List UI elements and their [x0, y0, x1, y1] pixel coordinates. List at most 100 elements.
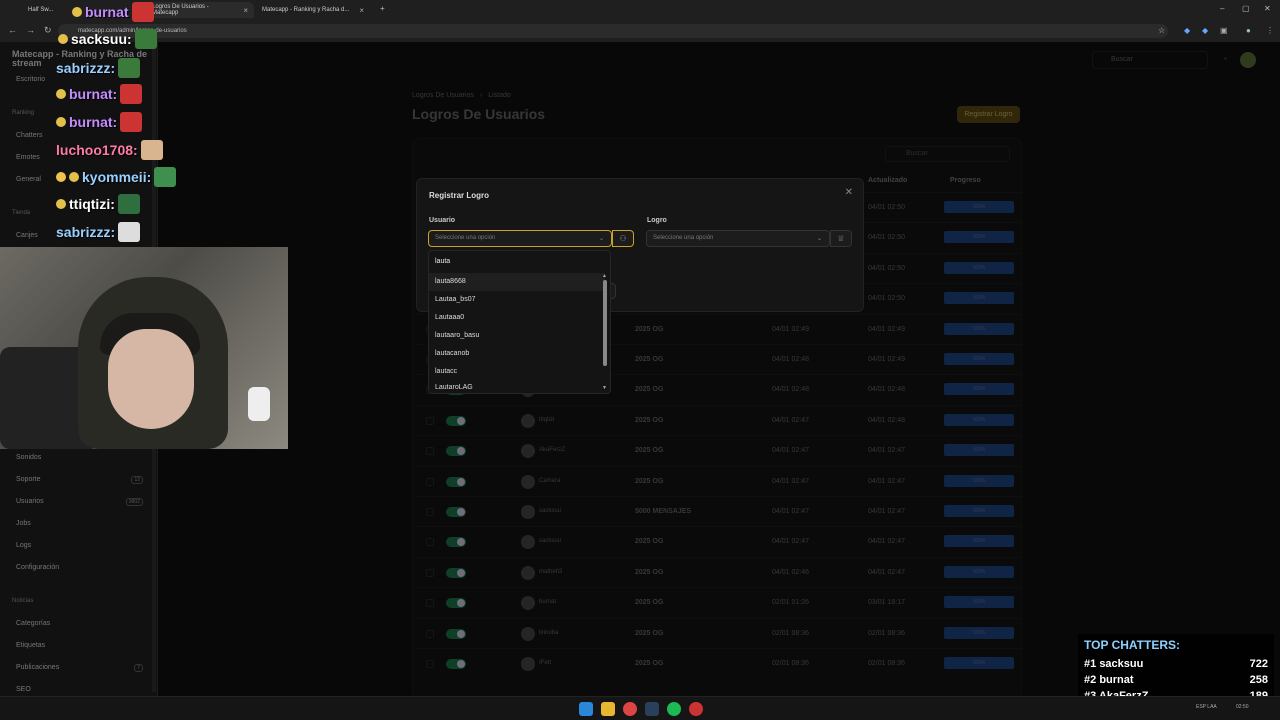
background-lamp	[248, 387, 270, 421]
close-icon[interactable]: ×	[359, 6, 364, 15]
dropdown-option[interactable]: lautaaro_basu	[429, 327, 605, 345]
maximize-icon[interactable]: ▢	[1242, 4, 1250, 13]
count-badge: 7	[134, 664, 143, 672]
clock[interactable]: 02:50	[1236, 704, 1249, 710]
emote-icon	[134, 29, 157, 49]
trophy-icon[interactable]: ♕	[830, 230, 852, 247]
sidebar-item-emotes[interactable]: Emotes	[16, 154, 40, 161]
window-close-icon[interactable]: ✕	[1264, 4, 1271, 13]
menu-icon[interactable]: ⋮	[1266, 26, 1274, 35]
emote-icon	[140, 140, 163, 160]
tab-matecapp[interactable]: Matecapp - Ranking y Racha d... ×	[256, 2, 374, 18]
extension-icon[interactable]: ◆	[1184, 26, 1190, 35]
chat-message: burnat	[72, 2, 154, 22]
sidebar-item-logs[interactable]: Logs	[16, 542, 31, 549]
dropdown-option[interactable]: Lautaaa0	[429, 309, 605, 327]
forward-icon[interactable]: →	[26, 25, 35, 35]
sidebar-item-jobs[interactable]: Jobs	[16, 520, 31, 527]
sidebar-item-categorias[interactable]: Categorías	[16, 620, 50, 627]
badge-icon	[56, 117, 66, 127]
usuario-select[interactable]: Seleccione una opción	[428, 230, 612, 247]
sidebar-item-sonidos[interactable]: Sonidos	[16, 454, 41, 461]
scroll-down-icon[interactable]: ▼	[602, 385, 607, 391]
taskbar: ESP LAA 02:50	[0, 696, 1280, 720]
webcam-feed	[0, 247, 288, 449]
count-badge: 12	[131, 476, 143, 484]
chat-message: burnat:	[56, 84, 143, 104]
dropdown-option[interactable]: lauta8668	[429, 273, 605, 291]
dropdown-scrollbar[interactable]	[603, 280, 607, 366]
sidebar-item-publicaciones[interactable]: Publicaciones	[16, 664, 59, 671]
dropdown-option[interactable]: Lautaa_bs07	[429, 291, 605, 309]
chevron-down-icon: ⌄	[599, 236, 605, 242]
emote-icon	[120, 112, 143, 132]
emote-icon	[131, 2, 154, 22]
app-icon[interactable]	[689, 702, 703, 716]
badge-icon	[72, 7, 82, 17]
chat-message: luchoo1708:	[56, 140, 163, 160]
new-tab-icon[interactable]: +	[380, 4, 385, 13]
dropdown-option[interactable]: lautacanob	[429, 345, 605, 363]
top-chatter-row: #1 sacksuu 722	[1084, 658, 1268, 670]
spotify-icon[interactable]	[667, 702, 681, 716]
top-chatters-title: TOP CHATTERS:	[1084, 638, 1181, 652]
sidebar-section-ranking: Ranking	[12, 110, 35, 116]
chevron-down-icon: ⌄	[817, 236, 823, 242]
chat-message: kyommeii:	[56, 167, 177, 187]
sidebar-item-configuracion[interactable]: Configuración	[16, 564, 59, 571]
usuario-label: Usuario	[429, 217, 456, 224]
profile-icon[interactable]: ●	[1246, 26, 1251, 35]
extension-icon[interactable]: ◆	[1202, 26, 1208, 35]
scroll-up-icon[interactable]: ▲	[602, 273, 607, 279]
sidebar-item-canjes[interactable]: Canjes	[16, 232, 38, 239]
sidebar-item-usuarios[interactable]: Usuarios	[16, 498, 44, 505]
emote-icon	[118, 58, 141, 78]
back-icon[interactable]: ←	[8, 25, 17, 35]
badge-icon	[69, 172, 79, 182]
user-icon[interactable]: ⚇	[612, 230, 634, 247]
modal-backdrop[interactable]	[158, 42, 1280, 696]
minimize-icon[interactable]: –	[1220, 4, 1224, 13]
chat-message: sacksuu:	[58, 29, 157, 49]
emote-icon	[120, 84, 143, 104]
modal-title: Registrar Logro	[429, 191, 490, 200]
logro-label: Logro	[647, 217, 667, 224]
dropdown-option[interactable]: LautaroLAG	[429, 381, 605, 394]
face	[108, 329, 194, 429]
dropdown-option[interactable]: lautacc	[429, 363, 605, 381]
dropdown-search-input[interactable]: lauta	[435, 258, 450, 265]
close-icon[interactable]: ×	[243, 6, 248, 15]
reload-icon[interactable]: ↻	[44, 25, 52, 36]
close-icon[interactable]: ✕	[845, 187, 853, 198]
windows-start-icon[interactable]	[579, 702, 593, 716]
sidebar-item-soporte[interactable]: Soporte	[16, 476, 41, 483]
address-bar[interactable]: matecapp.com/admin/logros-de-usuarios	[58, 24, 1168, 38]
stream-chat-overlay: burnat sacksuu: sabrizzz: burnat: burnat…	[52, 0, 202, 246]
star-icon[interactable]: ☆	[1158, 26, 1165, 35]
chat-message: sabrizzz:	[56, 58, 141, 78]
sidebar-item-etiquetas[interactable]: Etiquetas	[16, 642, 45, 649]
steam-icon[interactable]	[645, 702, 659, 716]
language-indicator[interactable]: ESP LAA	[1196, 704, 1217, 710]
sidebar-item-seo[interactable]: SEO	[16, 686, 31, 693]
chat-message: burnat:	[56, 112, 143, 132]
sidebar-item-chatters[interactable]: Chatters	[16, 132, 42, 139]
chat-message: ttiqtizi:	[56, 194, 140, 214]
badge-icon	[56, 199, 66, 209]
badge-icon	[56, 89, 66, 99]
crown-icon	[56, 172, 66, 182]
emote-icon	[118, 222, 141, 242]
top-chatter-row: #2 burnat 258	[1084, 674, 1268, 686]
emote-icon	[154, 167, 177, 187]
badge-icon	[58, 34, 68, 44]
sidebar-section-tienda: Tienda	[12, 210, 31, 216]
puzzle-icon[interactable]: ▣	[1220, 26, 1228, 35]
sidebar-item-escritorio[interactable]: Escritorio	[16, 76, 45, 83]
logro-select[interactable]: Seleccione una opción	[646, 230, 830, 247]
chat-message: sabrizzz:	[56, 222, 141, 242]
sidebar-item-general[interactable]: General	[16, 176, 41, 183]
file-explorer-icon[interactable]	[601, 702, 615, 716]
chrome-icon[interactable]	[623, 702, 637, 716]
sidebar-section-noticias: Noticias	[12, 598, 34, 604]
usuario-dropdown: lauta lauta8668 Lautaa_bs07 Lautaaa0 lau…	[428, 250, 611, 394]
